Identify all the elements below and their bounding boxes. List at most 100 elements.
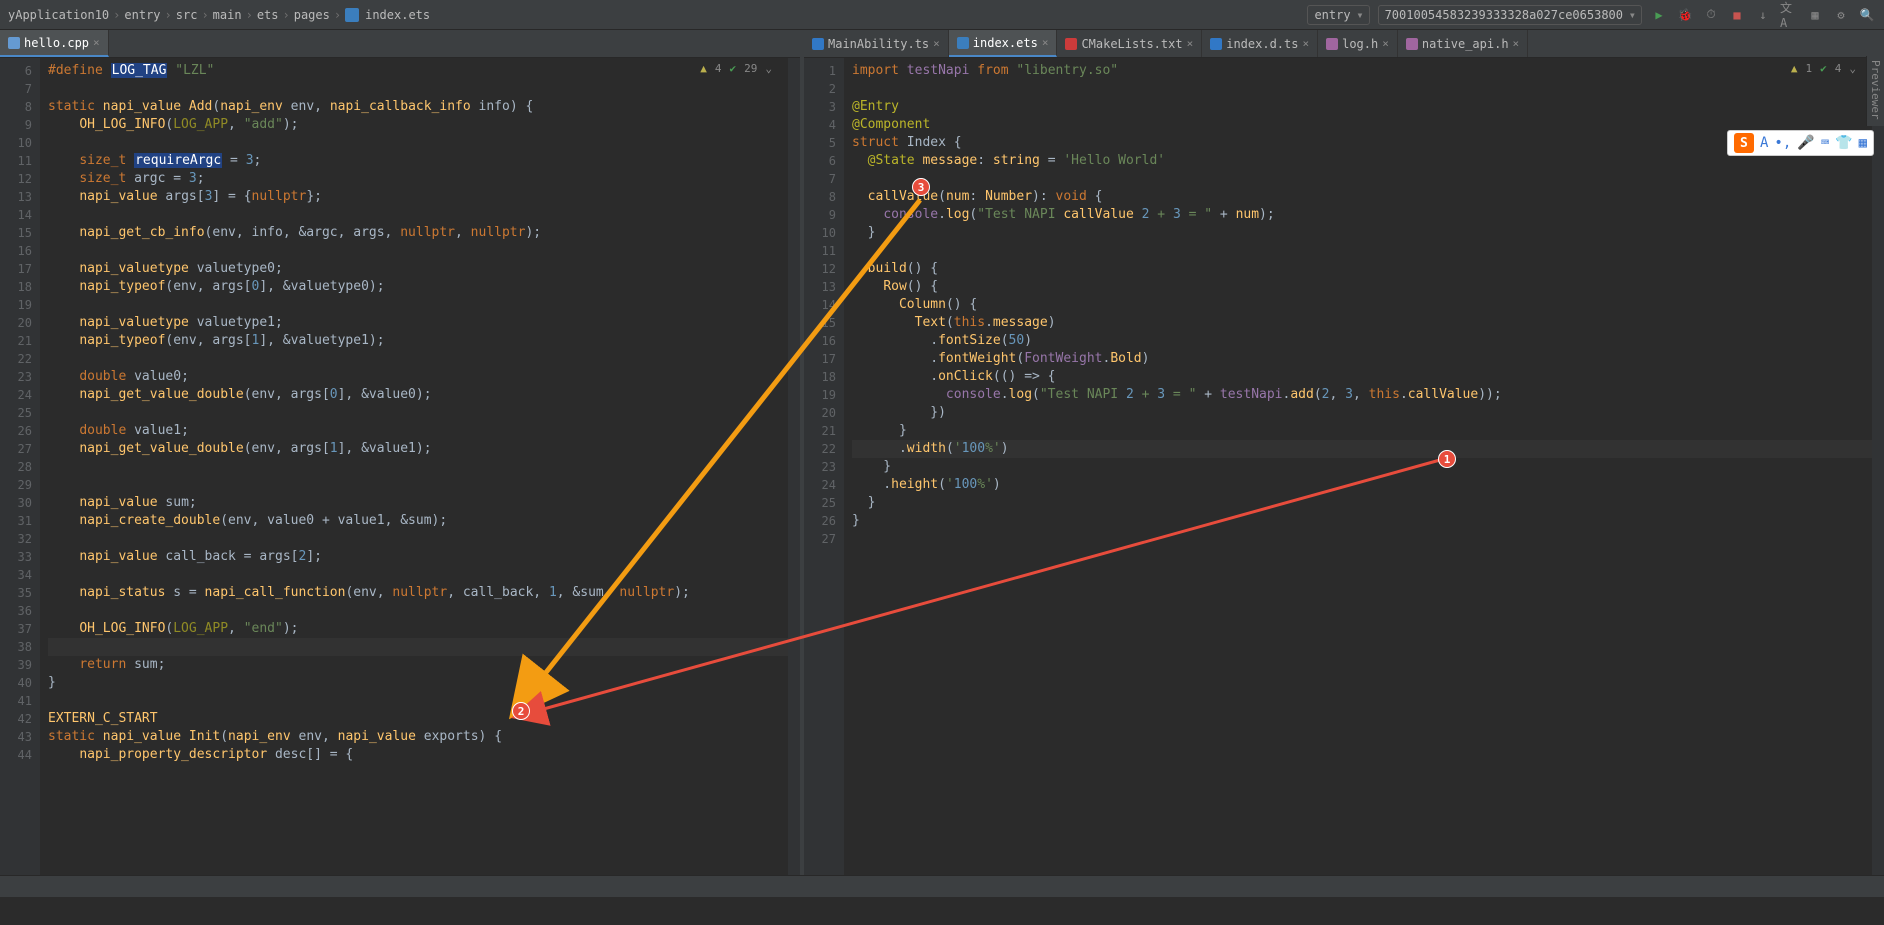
crumb-6[interactable]: index.ets xyxy=(365,8,430,22)
line-number[interactable]: 6 xyxy=(0,62,32,80)
crumb-3[interactable]: main xyxy=(213,8,242,22)
line-number[interactable]: 10 xyxy=(0,134,32,152)
line-number[interactable]: 23 xyxy=(0,368,32,386)
code-line[interactable]: return sum; xyxy=(48,656,788,674)
close-icon[interactable]: × xyxy=(93,36,100,49)
code-line[interactable]: napi_valuetype valuetype1; xyxy=(48,314,788,332)
code-line[interactable]: static napi_value Init(napi_env env, nap… xyxy=(48,728,788,746)
code-line[interactable] xyxy=(48,692,788,710)
line-number[interactable]: 42 xyxy=(0,710,32,728)
code-line[interactable] xyxy=(48,350,788,368)
line-number[interactable]: 41 xyxy=(0,692,32,710)
tab-index-d-ts[interactable]: index.d.ts× xyxy=(1202,30,1318,57)
line-number[interactable]: 3 xyxy=(804,98,836,116)
line-number[interactable]: 20 xyxy=(0,314,32,332)
chevron-down-icon[interactable]: ⌄ xyxy=(765,62,772,75)
code-line[interactable] xyxy=(852,170,1872,188)
code-line[interactable]: .fontSize(50) xyxy=(852,332,1872,350)
code-line[interactable]: }) xyxy=(852,404,1872,422)
line-number[interactable]: 24 xyxy=(804,476,836,494)
translate-icon[interactable]: 文A xyxy=(1780,6,1798,24)
line-number[interactable]: 17 xyxy=(804,350,836,368)
ime-btn-mic[interactable]: 🎤 xyxy=(1797,135,1814,151)
code-line[interactable]: napi_value call_back = args[2]; xyxy=(48,548,788,566)
ime-btn-a[interactable]: A xyxy=(1760,135,1768,151)
code-line[interactable]: Row() { xyxy=(852,278,1872,296)
code-line[interactable]: } xyxy=(852,458,1872,476)
code-line[interactable]: napi_get_value_double(env, args[0], &val… xyxy=(48,386,788,404)
code-left[interactable]: #define LOG_TAG "LZL"static napi_value A… xyxy=(40,58,788,875)
line-number[interactable]: 35 xyxy=(0,584,32,602)
chevron-down-icon[interactable]: ⌄ xyxy=(1849,62,1856,75)
project-structure-icon[interactable]: ▦ xyxy=(1806,6,1824,24)
line-number[interactable]: 24 xyxy=(0,386,32,404)
line-number[interactable]: 14 xyxy=(804,296,836,314)
close-icon[interactable]: × xyxy=(1382,37,1389,50)
tab-index-ets[interactable]: index.ets× xyxy=(949,30,1058,57)
line-number[interactable]: 5 xyxy=(804,134,836,152)
code-line[interactable] xyxy=(852,242,1872,260)
line-number[interactable]: 8 xyxy=(0,98,32,116)
code-line[interactable]: #define LOG_TAG "LZL" xyxy=(48,62,788,80)
line-number[interactable]: 12 xyxy=(804,260,836,278)
code-line[interactable]: double value1; xyxy=(48,422,788,440)
line-number[interactable]: 14 xyxy=(0,206,32,224)
code-line[interactable] xyxy=(48,134,788,152)
gutter-right[interactable]: 1234567891011121314151617181920212223242… xyxy=(804,58,844,875)
close-icon[interactable]: × xyxy=(933,37,940,50)
code-line[interactable]: .onClick(() => { xyxy=(852,368,1872,386)
close-icon[interactable]: × xyxy=(1042,36,1049,49)
crumb-2[interactable]: src xyxy=(176,8,198,22)
line-number[interactable]: 15 xyxy=(0,224,32,242)
ime-btn-skin[interactable]: 👕 xyxy=(1835,135,1852,151)
ime-toolbar[interactable]: S A •, 🎤 ⌨ 👕 ▦ xyxy=(1727,130,1874,156)
tab-native_api-h[interactable]: native_api.h× xyxy=(1398,30,1528,57)
code-line[interactable]: napi_valuetype valuetype0; xyxy=(48,260,788,278)
ime-btn-kbd[interactable]: ⌨ xyxy=(1821,135,1829,151)
line-number[interactable]: 29 xyxy=(0,476,32,494)
ime-btn-grid[interactable]: ▦ xyxy=(1859,135,1867,151)
code-line[interactable]: napi_value sum; xyxy=(48,494,788,512)
line-number[interactable]: 10 xyxy=(804,224,836,242)
code-line[interactable] xyxy=(852,530,1872,548)
code-line[interactable]: Column() { xyxy=(852,296,1872,314)
device-selector[interactable]: 70010054583239333328a027ce0653800 xyxy=(1378,5,1642,25)
code-line[interactable]: @Component xyxy=(852,116,1872,134)
line-number[interactable]: 30 xyxy=(0,494,32,512)
line-number[interactable]: 9 xyxy=(804,206,836,224)
tab-MainAbility-ts[interactable]: MainAbility.ts× xyxy=(804,30,949,57)
line-number[interactable]: 9 xyxy=(0,116,32,134)
ime-btn-punct[interactable]: •, xyxy=(1774,135,1791,151)
line-number[interactable]: 33 xyxy=(0,548,32,566)
code-line[interactable]: console.log("Test NAPI 2 + 3 = " + testN… xyxy=(852,386,1872,404)
line-number[interactable]: 26 xyxy=(0,422,32,440)
line-number[interactable]: 37 xyxy=(0,620,32,638)
code-line[interactable]: @Entry xyxy=(852,98,1872,116)
code-line[interactable]: size_t argc = 3; xyxy=(48,170,788,188)
line-number[interactable]: 13 xyxy=(804,278,836,296)
line-number[interactable]: 31 xyxy=(0,512,32,530)
crumb-1[interactable]: entry xyxy=(124,8,160,22)
code-line[interactable] xyxy=(48,404,788,422)
code-line[interactable] xyxy=(48,296,788,314)
run-config-module[interactable]: entry xyxy=(1307,5,1369,25)
tab-hello-cpp[interactable]: hello.cpp × xyxy=(0,30,109,57)
crumb-0[interactable]: yApplication10 xyxy=(8,8,109,22)
code-line[interactable]: } xyxy=(852,224,1872,242)
line-number[interactable]: 38 xyxy=(0,638,32,656)
crumb-5[interactable]: pages xyxy=(294,8,330,22)
line-number[interactable]: 36 xyxy=(0,602,32,620)
code-line[interactable]: napi_property_descriptor desc[] = { xyxy=(48,746,788,764)
line-number[interactable]: 28 xyxy=(0,458,32,476)
line-number[interactable]: 11 xyxy=(0,152,32,170)
close-icon[interactable]: × xyxy=(1187,37,1194,50)
line-number[interactable]: 7 xyxy=(0,80,32,98)
line-number[interactable]: 16 xyxy=(804,332,836,350)
code-line[interactable]: size_t requireArgc = 3; xyxy=(48,152,788,170)
code-line[interactable] xyxy=(48,242,788,260)
line-number[interactable]: 17 xyxy=(0,260,32,278)
tab-CMakeLists-txt[interactable]: CMakeLists.txt× xyxy=(1057,30,1202,57)
line-number[interactable]: 21 xyxy=(804,422,836,440)
code-line[interactable]: napi_create_double(env, value0 + value1,… xyxy=(48,512,788,530)
code-line[interactable]: @State message: string = 'Hello World' xyxy=(852,152,1872,170)
